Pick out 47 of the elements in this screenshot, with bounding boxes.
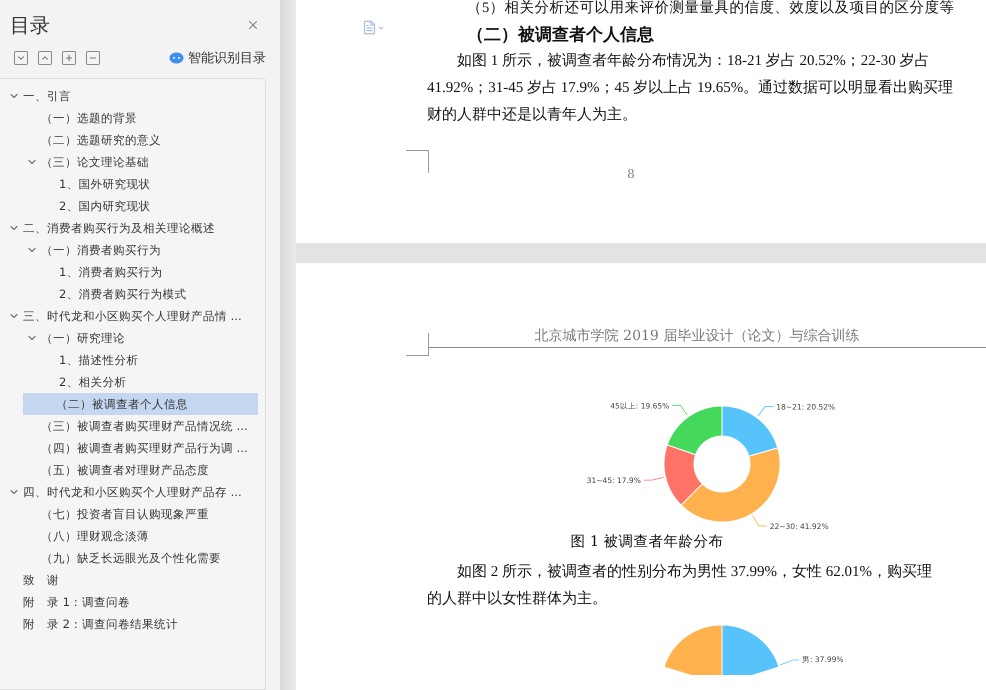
outline-item[interactable]: （二）选题研究的意义 xyxy=(0,129,258,151)
leader-line xyxy=(752,515,768,526)
panel-title: 目录 xyxy=(10,12,50,38)
expand-all-button[interactable] xyxy=(14,51,28,65)
outline-item[interactable]: 二、消费者购买行为及相关理论概述 xyxy=(0,217,258,239)
outline-item[interactable]: （三）论文理论基础 xyxy=(0,151,258,173)
outline-item[interactable]: （九）缺乏长远眼光及个性化需要 xyxy=(0,547,258,569)
outline-item[interactable]: 1、消费者购买行为 xyxy=(0,261,258,283)
outline-item[interactable]: （一）选题的背景 xyxy=(0,107,258,129)
outline-item[interactable]: （一）研究理论 xyxy=(0,327,258,349)
page-number: 8 xyxy=(626,167,636,181)
outline-item[interactable]: 1、国外研究现状 xyxy=(0,173,258,195)
outline-item[interactable]: （二）被调查者个人信息 xyxy=(23,393,258,415)
outline-item[interactable]: 2、相关分析 xyxy=(0,371,258,393)
outline-item[interactable]: （五）被调查者对理财产品态度 xyxy=(0,459,258,481)
outline-item[interactable]: （四）被调查者购买理财产品行为调 ... xyxy=(0,437,258,459)
crop-mark xyxy=(406,333,429,356)
close-icon[interactable] xyxy=(246,18,260,32)
body-paragraph: 如图 2 所示，被调查者的性别分布为男性 37.99%，女性 62.01%，购买理 的人群中以女性群体为主。 xyxy=(427,562,932,609)
outline-item[interactable]: 2、消费者购买行为模式 xyxy=(0,283,258,305)
figure-caption: 图 1 被调查者年龄分布 xyxy=(569,533,725,551)
outline-item[interactable]: 2、国内研究现状 xyxy=(0,195,258,217)
leader-line xyxy=(643,477,664,481)
outline-item[interactable]: 四、时代龙和小区购买个人理财产品存 ... xyxy=(0,481,258,503)
leader-line xyxy=(672,404,688,416)
outline-item[interactable]: （七）投资者盲目认购现象严重 xyxy=(0,503,258,525)
outline-item[interactable]: 1、描述性分析 xyxy=(0,349,258,371)
outline-item[interactable]: （八）理财观念淡薄 xyxy=(0,525,258,547)
body-text: （5）相关分析还可以用来评价测量量具的信度、效度以及项目的区分度等 xyxy=(467,0,954,17)
add-button[interactable] xyxy=(62,51,76,65)
outline-item[interactable]: 附 录 1：调查问卷 xyxy=(0,591,258,613)
smart-toc-button[interactable]: 智能识别目录 xyxy=(169,49,266,67)
outline-item[interactable]: 三、时代龙和小区购买个人理财产品情 ... xyxy=(0,305,258,327)
outline-item[interactable]: 附 录 2：调查问卷结果统计 xyxy=(0,613,258,635)
outline-item[interactable]: 致 谢 xyxy=(0,569,258,591)
collapse-all-button[interactable] xyxy=(38,51,52,65)
body-paragraph: 如图 1 所示，被调查者年龄分布情况为：18-21 岁占 20.52%；22-30 岁占 41.92%；31-45 岁占 17.9%；45 岁以上占 19.65%。通过数据可以明显看出购买理 财的人群中还是以青年人为主。 xyxy=(427,52,954,125)
cloud-icon xyxy=(169,52,184,64)
plus-icon xyxy=(64,53,74,63)
outline-item[interactable]: （一）消费者购买行为 xyxy=(0,239,258,261)
page-header: 北京城市学院 2019 届毕业设计（论文）与综合训练 xyxy=(428,327,986,348)
section-heading: （二）被调查者个人信息 xyxy=(467,24,654,46)
outline-item[interactable]: 一、引言 xyxy=(0,85,258,107)
remove-button[interactable] xyxy=(86,51,100,65)
outline-item[interactable]: （三）被调查者购买理财产品情况统 ... xyxy=(0,415,258,437)
leader-line xyxy=(758,406,774,416)
crop-mark xyxy=(406,150,429,173)
